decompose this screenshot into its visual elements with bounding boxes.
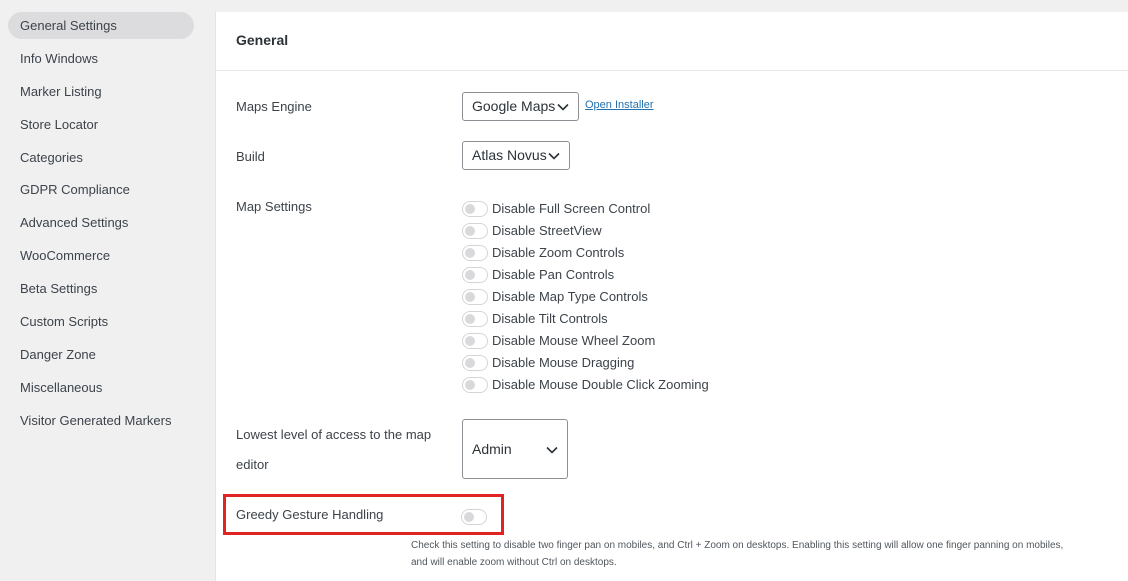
toggle-label: Disable Mouse Wheel Zoom <box>492 333 656 348</box>
toggle-knob <box>465 292 475 302</box>
access-level-select[interactable]: Admin <box>462 419 568 479</box>
toggle-label: Disable StreetView <box>492 223 602 238</box>
access-level-label-line2: editor <box>236 457 269 472</box>
panel-header: General <box>216 12 1128 71</box>
disable-mouse-dragging-toggle[interactable] <box>462 355 488 371</box>
maps-engine-value: Google Maps <box>472 98 556 114</box>
sidebar-item-visitor-generated-markers[interactable]: Visitor Generated Markers <box>8 407 194 434</box>
chevron-down-icon <box>546 446 558 454</box>
sidebar-item-store-locator[interactable]: Store Locator <box>8 111 194 138</box>
toggle-label: Disable Full Screen Control <box>492 201 651 216</box>
chevron-down-icon <box>557 103 569 111</box>
maps-engine-select[interactable]: Google Maps <box>462 92 579 121</box>
build-label: Build <box>236 149 265 164</box>
help-text-line2: and will enable zoom without Ctrl on des… <box>411 557 617 568</box>
sidebar-item-gdpr-compliance[interactable]: GDPR Compliance <box>8 176 194 203</box>
sidebar-item-categories[interactable]: Categories <box>8 144 194 171</box>
page-title: General <box>236 32 289 48</box>
open-installer-link[interactable]: Open Installer <box>585 99 653 111</box>
toggle-label: Disable Zoom Controls <box>492 245 625 260</box>
map-settings-label: Map Settings <box>236 199 312 214</box>
greedy-gesture-help-text: Check this setting to disable two finger… <box>411 537 1128 571</box>
sidebar-item-beta-settings[interactable]: Beta Settings <box>8 275 194 302</box>
sidebar-item-woocommerce[interactable]: WooCommerce <box>8 242 194 269</box>
toggle-knob <box>464 512 474 522</box>
maps-engine-label: Maps Engine <box>236 99 312 114</box>
access-level-value: Admin <box>472 441 512 457</box>
chevron-down-icon <box>548 152 560 160</box>
toggle-knob <box>465 336 475 346</box>
help-text-line1: Check this setting to disable two finger… <box>411 540 1064 551</box>
toggle-knob <box>465 314 475 324</box>
toggle-label: Disable Mouse Dragging <box>492 355 635 370</box>
build-select[interactable]: Atlas Novus <box>462 141 570 170</box>
access-level-label-line1: Lowest level of access to the map <box>236 427 432 442</box>
toggle-knob <box>465 248 475 258</box>
toggle-knob <box>465 204 475 214</box>
sidebar-item-danger-zone[interactable]: Danger Zone <box>8 341 194 368</box>
toggle-label: Disable Pan Controls <box>492 267 615 282</box>
settings-panel: General Maps Engine Google Maps Open Ins… <box>215 12 1128 581</box>
toggle-knob <box>465 226 475 236</box>
disable-double-click-zooming-toggle[interactable] <box>462 377 488 393</box>
sidebar-item-general-settings[interactable]: General Settings <box>8 12 194 39</box>
disable-map-type-controls-toggle[interactable] <box>462 289 488 305</box>
toggle-knob <box>465 380 475 390</box>
sidebar-item-marker-listing[interactable]: Marker Listing <box>8 78 194 105</box>
toggle-label: Disable Mouse Double Click Zooming <box>492 377 709 392</box>
toggle-knob <box>465 358 475 368</box>
disable-mouse-wheel-zoom-toggle[interactable] <box>462 333 488 349</box>
sidebar-item-miscellaneous[interactable]: Miscellaneous <box>8 374 194 401</box>
disable-pan-controls-toggle[interactable] <box>462 267 488 283</box>
toggle-label: Disable Map Type Controls <box>492 289 648 304</box>
disable-tilt-controls-toggle[interactable] <box>462 311 488 327</box>
build-value: Atlas Novus <box>472 147 547 163</box>
disable-streetview-toggle[interactable] <box>462 223 488 239</box>
toggle-knob <box>465 270 475 280</box>
settings-sidebar: General Settings Info Windows Marker Lis… <box>0 0 215 581</box>
sidebar-item-advanced-settings[interactable]: Advanced Settings <box>8 209 194 236</box>
greedy-gesture-toggle[interactable] <box>461 509 487 525</box>
greedy-gesture-label: Greedy Gesture Handling <box>236 507 384 522</box>
disable-zoom-controls-toggle[interactable] <box>462 245 488 261</box>
disable-full-screen-toggle[interactable] <box>462 201 488 217</box>
sidebar-item-custom-scripts[interactable]: Custom Scripts <box>8 308 194 335</box>
toggle-label: Disable Tilt Controls <box>492 311 608 326</box>
sidebar-item-info-windows[interactable]: Info Windows <box>8 45 194 72</box>
